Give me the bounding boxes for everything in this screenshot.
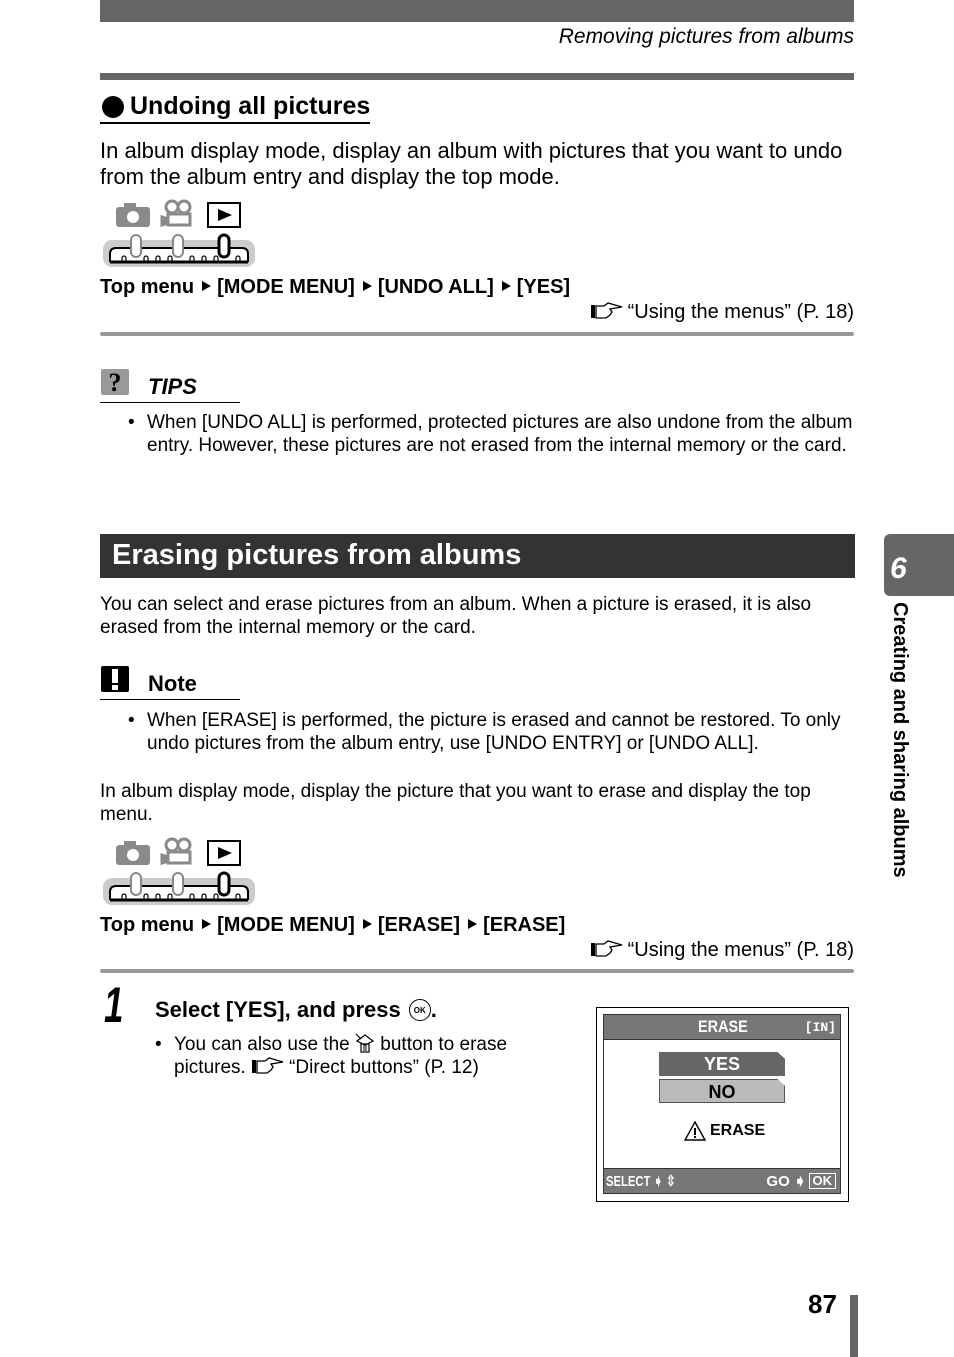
note-item: • When [ERASE] is performed, the picture … <box>128 710 841 754</box>
chapter-number: 6 <box>890 552 907 585</box>
pointing-hand-icon <box>590 302 622 319</box>
menu-path-erase: Top menu [MODE MENU] [ERASE] [ERASE] <box>100 914 565 937</box>
question-icon: ? <box>101 368 129 396</box>
camera-lcd-screen: ERASE [IN] YES NO ERASE SELECT ➧ ⇳ GO ➧ O… <box>596 1007 849 1202</box>
bullet-dot-icon <box>102 95 124 118</box>
mode-dial-playback-icon <box>103 199 255 267</box>
erase-instruction: In album display mode, display the pictu… <box>100 781 811 825</box>
camera-icon <box>116 203 150 227</box>
erase-trash-icon <box>355 1033 375 1053</box>
lcd-title: ERASE <box>698 1017 748 1036</box>
page-edge-bar <box>850 1295 858 1357</box>
path-step: [MODE MENU] <box>217 914 355 936</box>
tips-label: TIPS <box>148 374 197 399</box>
reference-direct-buttons[interactable]: “Direct buttons” (P. 12) <box>289 1057 479 1078</box>
section-title-band: Erasing pictures from albums <box>100 534 855 578</box>
note-header: Note <box>100 663 240 700</box>
path-step: [MODE MENU] <box>217 276 355 298</box>
arrow-right-icon <box>501 281 511 291</box>
camera-icon <box>116 841 150 865</box>
step-number: 1 <box>104 977 124 1033</box>
path-step: Top menu <box>100 914 195 936</box>
arrow-right-icon <box>468 919 478 929</box>
step-bullet: • You can also use the button to erase pi… <box>155 1033 508 1078</box>
undo-all-intro: In album display mode, display an album … <box>100 138 843 189</box>
reference-using-menus[interactable]: “Using the menus” (P. 18) <box>590 939 854 962</box>
exclamation-icon <box>101 666 129 692</box>
movie-icon <box>160 199 192 228</box>
running-title: Removing pictures from albums <box>558 25 854 48</box>
svg-text:?: ? <box>109 368 122 396</box>
lcd-header: ERASE [IN] <box>604 1015 840 1040</box>
arrow-right-icon <box>362 919 372 929</box>
lcd-go-hint: GO ➧ OK <box>766 1172 836 1190</box>
section-rule <box>100 73 854 80</box>
path-step: [ERASE] <box>377 914 461 936</box>
playback-icon <box>207 840 241 866</box>
tips-item: • When [UNDO ALL] is performed, protected… <box>128 412 853 456</box>
pointing-hand-icon <box>590 940 622 957</box>
lcd-warning: ERASE <box>684 1121 765 1141</box>
internal-memory-icon: [IN] <box>804 1020 836 1035</box>
arrow-right-icon <box>202 919 212 929</box>
tips-header: ? TIPS <box>100 366 240 403</box>
lcd-option-yes[interactable]: YES <box>659 1052 785 1076</box>
path-step: [ERASE] <box>483 914 566 936</box>
ok-button-icon: OK <box>408 999 431 1021</box>
path-step: Top menu <box>100 276 195 298</box>
divider <box>100 332 854 336</box>
lcd-option-no[interactable]: NO <box>659 1079 785 1103</box>
movie-icon <box>160 837 192 866</box>
reference-using-menus[interactable]: “Using the menus” (P. 18) <box>590 301 854 324</box>
path-step: [UNDO ALL] <box>377 276 494 298</box>
path-step: [YES] <box>516 276 571 298</box>
header-bar <box>100 0 854 22</box>
heading-text: Undoing all pictures <box>130 92 371 120</box>
mode-dial-playback-icon <box>103 837 255 905</box>
section-title: Erasing pictures from albums <box>112 539 522 571</box>
warning-icon <box>684 1121 706 1141</box>
arrow-right-icon <box>202 281 212 291</box>
menu-path-undo-all: Top menu [MODE MENU] [UNDO ALL] [YES] <box>100 276 570 299</box>
note-label: Note <box>148 671 197 696</box>
page-number: 87 <box>808 1289 837 1319</box>
lcd-footer: SELECT ➧ ⇳ GO ➧ OK <box>604 1168 840 1193</box>
ok-box-icon: OK <box>808 1173 836 1189</box>
lcd-select-hint: SELECT ➧ ⇳ <box>606 1173 676 1190</box>
divider <box>100 969 854 973</box>
pointing-hand-icon <box>252 1057 284 1074</box>
arrow-right-icon <box>362 281 372 291</box>
erase-intro: You can select and erase pictures from a… <box>100 594 812 638</box>
playback-icon <box>207 202 241 228</box>
chapter-title: Creating and sharing albums <box>889 602 911 878</box>
step-title: Select [YES], and press OK . <box>155 997 437 1022</box>
undo-all-heading: Undoing all pictures <box>100 92 371 124</box>
chapter-tab: 6 <box>884 534 954 596</box>
